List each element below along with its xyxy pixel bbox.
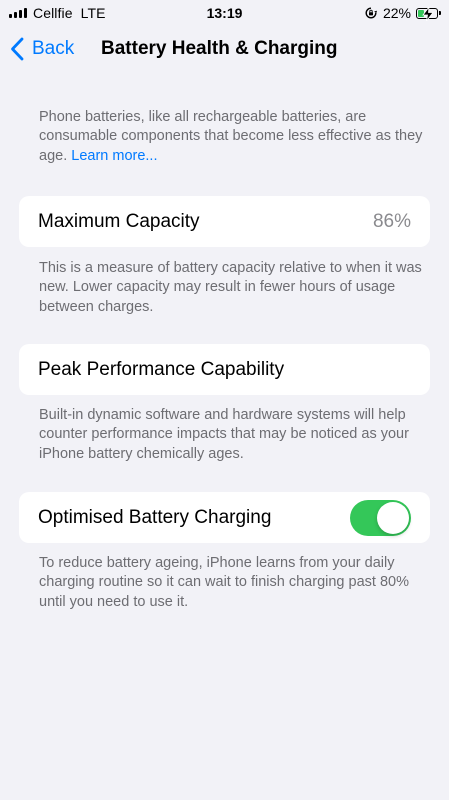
back-button[interactable]: Back xyxy=(10,37,74,61)
peak-performance-label: Peak Performance Capability xyxy=(38,358,285,380)
optimised-charging-footnote: To reduce battery ageing, iPhone learns … xyxy=(39,555,409,610)
page-title: Battery Health & Charging xyxy=(101,38,338,59)
battery-tip xyxy=(439,11,441,15)
battery-charging-icon xyxy=(416,6,438,21)
optimised-charging-label: Optimised Battery Charging xyxy=(38,506,272,528)
status-bar: Cellfie LTE 13:19 22% xyxy=(0,0,449,26)
back-label: Back xyxy=(32,38,75,59)
optimised-charging-cell: Optimised Battery Charging xyxy=(19,492,430,543)
intro-description: Phone batteries, like all rechargeable b… xyxy=(39,108,424,166)
maximum-capacity-value: 86% xyxy=(372,210,411,232)
peak-performance-cell[interactable]: Peak Performance Capability xyxy=(19,344,430,395)
status-right: 22% xyxy=(365,4,441,22)
navigation-bar: Back Battery Health & Charging xyxy=(0,27,449,71)
chevron-left-icon xyxy=(11,37,24,61)
maximum-capacity-footnote: This is a measure of battery capacity re… xyxy=(39,260,422,315)
optimised-charging-toggle[interactable] xyxy=(350,499,411,536)
toggle-knob xyxy=(377,501,409,534)
peak-performance-footnote: Built-in dynamic software and hardware s… xyxy=(39,407,409,462)
learn-more-link[interactable]: Learn more... xyxy=(71,148,157,164)
maximum-capacity-label: Maximum Capacity xyxy=(38,210,200,232)
maximum-capacity-cell: Maximum Capacity 86% xyxy=(19,196,430,247)
rotation-lock-icon xyxy=(365,7,377,19)
battery-percentage: 22% xyxy=(382,5,411,21)
